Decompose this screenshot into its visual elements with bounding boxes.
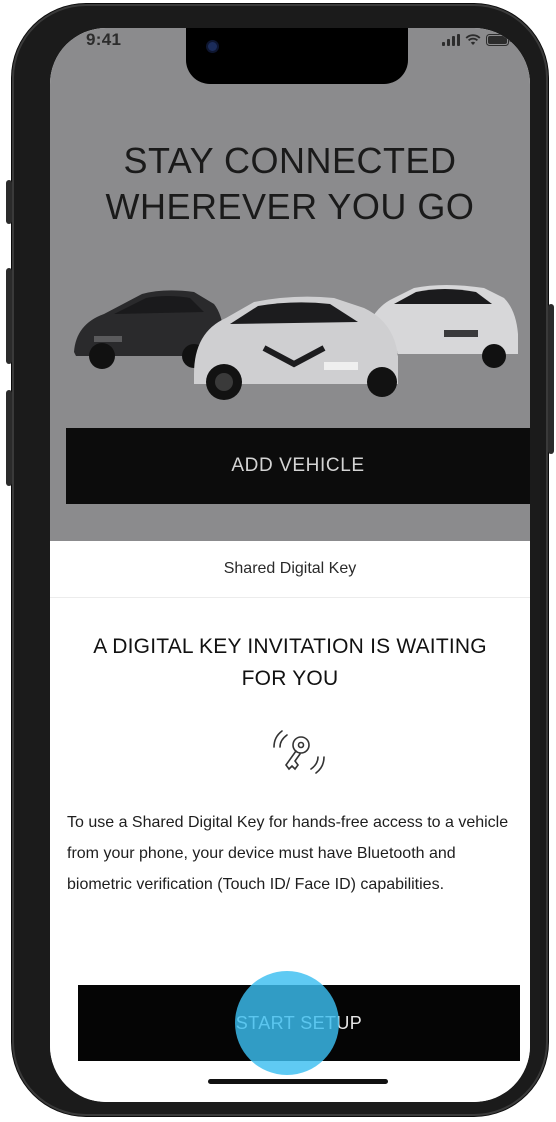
hero-title-line-2: WHEREVER YOU GO [105,186,475,227]
phone-frame: 9:41 STAY CONNECTED WHEREVER YOU GO ADD … [6,4,554,1116]
volume-up-button [6,268,12,364]
power-button [548,304,554,454]
camera-icon [208,42,217,51]
mute-switch [6,180,12,224]
hero-title: STAY CONNECTED WHEREVER YOU GO [50,138,530,230]
screen: 9:41 STAY CONNECTED WHEREVER YOU GO ADD … [50,28,530,1102]
add-vehicle-button[interactable]: ADD VEHICLE [66,428,530,504]
invitation-title-line-2: FOR YOU [241,667,339,690]
status-time: 9:41 [86,30,122,49]
sheet-header: Shared Digital Key [50,541,530,598]
volume-down-button [6,390,12,486]
vehicles-image [74,285,518,400]
home-indicator[interactable] [208,1079,388,1084]
status-icons [442,34,512,46]
start-setup-button[interactable]: START SETUP [78,985,520,1061]
invitation-title-line-1: A DIGITAL KEY INVITATION IS WAITING [93,635,487,658]
hero-title-line-1: STAY CONNECTED [123,140,457,181]
wifi-icon [465,34,481,45]
hero-section: 9:41 STAY CONNECTED WHEREVER YOU GO ADD … [50,28,530,541]
notch [186,28,408,84]
center-car [194,296,398,400]
signal-icon [442,34,460,46]
shared-digital-key-sheet: Shared Digital Key A DIGITAL KEY INVITAT… [50,541,530,1102]
battery-icon [486,34,512,46]
setup-description: To use a Shared Digital Key for hands-fr… [67,814,509,893]
digital-key-icon [273,730,325,774]
invitation-title: A DIGITAL KEY INVITATION IS WAITING FOR … [70,631,510,695]
